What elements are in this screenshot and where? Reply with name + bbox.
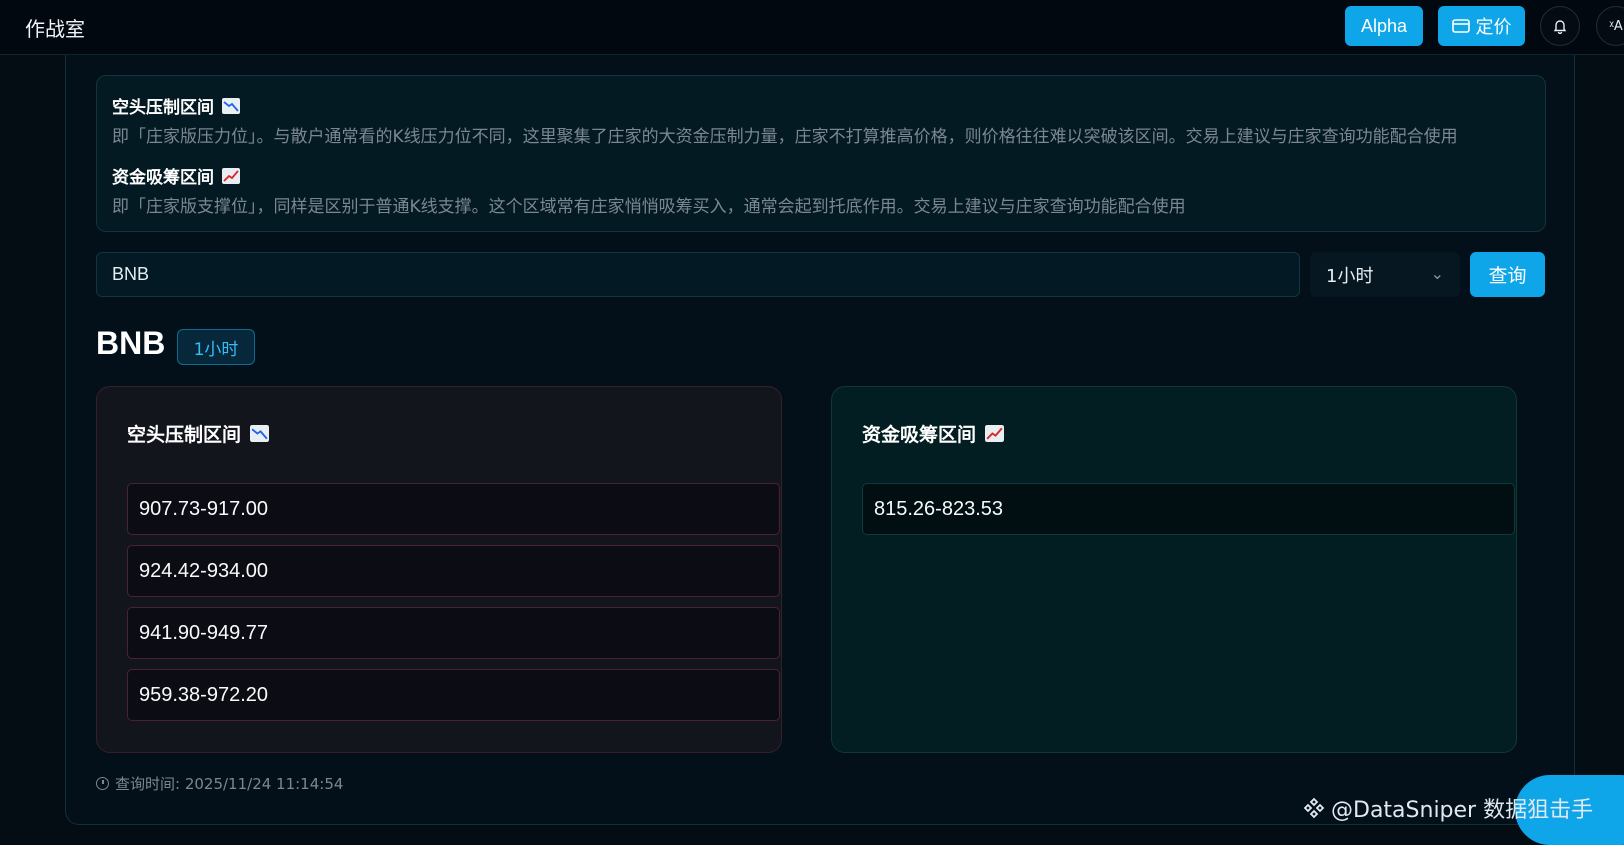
- timeframe-badge: 1小时: [177, 329, 255, 365]
- chart-increasing-icon: [222, 167, 240, 184]
- language-button[interactable]: ᵡA: [1596, 6, 1624, 46]
- symbol-search-input[interactable]: [96, 252, 1300, 297]
- info-short-title-text: 空头压制区间: [112, 98, 214, 118]
- brand-title[interactable]: 作战室: [25, 13, 85, 42]
- chart-decreasing-icon: [250, 425, 270, 442]
- info-box: 空头压制区间 即「庄家版压力位」。与散户通常看的K线压力位不同，这里聚集了庄家的…: [96, 75, 1546, 232]
- info-short-desc: 即「庄家版压力位」。与散户通常看的K线压力位不同，这里聚集了庄家的大资金压制力量…: [112, 127, 1458, 147]
- timeframe-value: 1小时: [1326, 265, 1374, 287]
- bell-icon: [1553, 19, 1567, 34]
- info-long-title: 资金吸筹区间: [112, 163, 240, 188]
- short-zone-item: 924.42-934.00: [127, 545, 780, 597]
- watermark: @DataSniper 数据狙击手: [1303, 792, 1593, 824]
- card-icon: [1451, 19, 1470, 33]
- chart-increasing-icon: [985, 425, 1005, 442]
- notification-button[interactable]: [1540, 6, 1580, 46]
- query-time-text: 查询时间: 2025/11/24 11:14:54: [115, 775, 344, 793]
- short-zone-item: 907.73-917.00: [127, 483, 780, 535]
- long-zone-item: 815.26-823.53: [862, 483, 1515, 535]
- diamond-logo-icon: [1303, 797, 1325, 819]
- result-symbol: BNB: [96, 325, 166, 361]
- short-zone-item: 959.38-972.20: [127, 669, 780, 721]
- alpha-button[interactable]: Alpha: [1345, 6, 1423, 46]
- query-time: 查询时间: 2025/11/24 11:14:54: [96, 773, 343, 794]
- pricing-label: 定价: [1475, 17, 1512, 38]
- watermark-text: @DataSniper 数据狙击手: [1331, 798, 1594, 823]
- query-button[interactable]: 查询: [1470, 252, 1545, 297]
- short-card-title-text: 空头压制区间: [127, 424, 242, 446]
- chevron-down-icon: ⌄: [1430, 264, 1444, 283]
- long-card-title-text: 资金吸筹区间: [862, 424, 977, 446]
- clock-icon: [96, 777, 109, 790]
- top-bar: 作战室 Alpha 定价 ᵡA: [0, 0, 1624, 55]
- translate-icon: ᵡA: [1609, 18, 1623, 34]
- short-zone-card: 空头压制区间 907.73-917.00 924.42-934.00 941.9…: [96, 386, 782, 753]
- short-zone-item: 941.90-949.77: [127, 607, 780, 659]
- info-long-desc: 即「庄家版支撑位」，同样是区别于普通K线支撑。这个区域常有庄家悄悄吸筹买入，通常…: [112, 197, 1186, 217]
- pricing-button[interactable]: 定价: [1438, 6, 1525, 46]
- chart-decreasing-icon: [222, 97, 240, 114]
- info-short-title: 空头压制区间: [112, 93, 240, 118]
- short-card-title: 空头压制区间: [127, 420, 270, 447]
- long-card-title: 资金吸筹区间: [862, 420, 1005, 447]
- timeframe-select[interactable]: 1小时 ⌄: [1310, 252, 1460, 297]
- info-long-title-text: 资金吸筹区间: [112, 168, 214, 188]
- long-zone-card: 资金吸筹区间 815.26-823.53: [831, 386, 1517, 753]
